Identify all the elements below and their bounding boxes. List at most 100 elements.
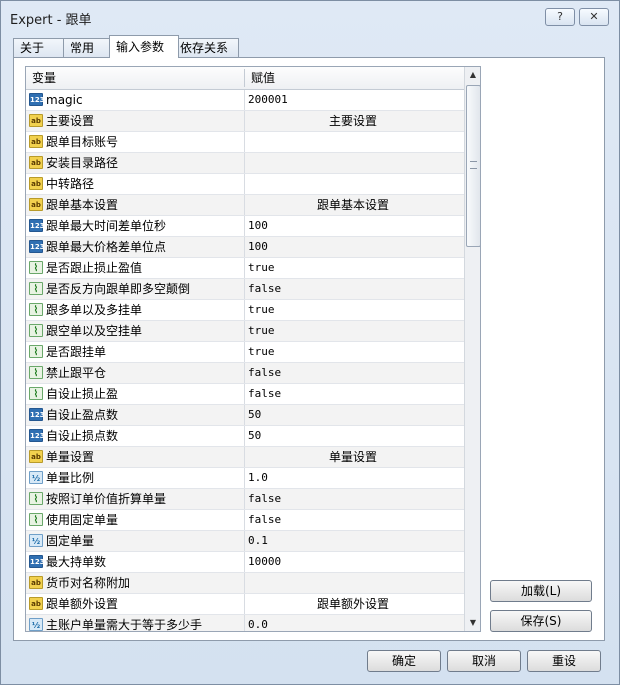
- parameter-value[interactable]: true: [248, 258, 458, 278]
- parameter-value[interactable]: 0.1: [248, 531, 458, 551]
- parameter-row[interactable]: ½ 单量比例 1.0: [26, 468, 464, 489]
- type-str-icon: ab: [29, 597, 43, 610]
- type-bool-icon: ⌇: [29, 513, 43, 526]
- parameter-name: 最大持单数: [46, 555, 107, 569]
- type-str-icon: ab: [29, 576, 43, 589]
- ok-button[interactable]: 确定: [367, 650, 441, 672]
- parameter-value[interactable]: false: [248, 363, 458, 383]
- parameter-row[interactable]: ⌇ 是否跟止损止盈值 true: [26, 258, 464, 279]
- type-num-icon: 123: [29, 240, 45, 253]
- scroll-down-arrow[interactable]: ▼: [465, 615, 480, 631]
- parameter-value[interactable]: true: [248, 300, 458, 320]
- parameter-row[interactable]: ab 跟单目标账号: [26, 132, 464, 153]
- parameter-value[interactable]: 跟单基本设置: [248, 195, 458, 215]
- parameter-name: 跟单目标账号: [46, 135, 119, 149]
- type-num-icon: 123: [29, 555, 45, 568]
- parameter-value[interactable]: false: [248, 384, 458, 404]
- parameter-value[interactable]: 单量设置: [248, 447, 458, 467]
- parameter-row[interactable]: ⌇ 使用固定单量 false: [26, 510, 464, 531]
- parameter-name: 跟空单以及空挂单: [46, 324, 143, 338]
- type-bool-icon: ⌇: [29, 387, 43, 400]
- column-header-variable[interactable]: 变量: [26, 67, 242, 89]
- parameter-value[interactable]: false: [248, 279, 458, 299]
- parameter-row[interactable]: ½ 固定单量 0.1: [26, 531, 464, 552]
- parameter-row[interactable]: ⌇ 是否反方向跟单即多空颠倒 false: [26, 279, 464, 300]
- type-bool-icon: ⌇: [29, 324, 43, 337]
- parameter-row[interactable]: ab 货币对名称附加: [26, 573, 464, 594]
- type-num-icon: 123: [29, 429, 45, 442]
- reset-button[interactable]: 重设: [527, 650, 601, 672]
- column-header-value[interactable]: 赋值: [245, 67, 461, 89]
- tab-inputs[interactable]: 输入参数: [109, 35, 179, 58]
- parameter-name: 主要设置: [46, 114, 95, 128]
- parameter-name: 跟单最大价格差单位点: [46, 240, 167, 254]
- parameter-row[interactable]: ab 跟单基本设置 跟单基本设置: [26, 195, 464, 216]
- parameter-row[interactable]: ab 中转路径: [26, 174, 464, 195]
- parameter-row[interactable]: 123 跟单最大时间差单位秒 100: [26, 216, 464, 237]
- parameter-row[interactable]: ab 单量设置 单量设置: [26, 447, 464, 468]
- parameter-value[interactable]: 200001: [248, 90, 458, 110]
- parameter-row[interactable]: ab 安装目录路径: [26, 153, 464, 174]
- parameter-value[interactable]: [248, 132, 458, 152]
- scroll-thumb[interactable]: [466, 85, 480, 247]
- parameter-row[interactable]: ½ 主账户单量需大于等于多少手 0.0: [26, 615, 464, 632]
- parameter-value[interactable]: 100: [248, 237, 458, 257]
- parameter-value[interactable]: [248, 153, 458, 173]
- help-button[interactable]: ?: [545, 8, 575, 26]
- parameter-row[interactable]: 123 跟单最大价格差单位点 100: [26, 237, 464, 258]
- type-dbl-icon: ½: [29, 618, 43, 631]
- close-button[interactable]: ✕: [579, 8, 609, 26]
- parameter-value[interactable]: 主要设置: [248, 111, 458, 131]
- tab-about[interactable]: 关于: [13, 38, 65, 57]
- parameter-name: 使用固定单量: [46, 513, 119, 527]
- type-num-icon: 123: [29, 219, 45, 232]
- parameter-row[interactable]: ⌇ 自设止损止盈 false: [26, 384, 464, 405]
- load-button[interactable]: 加载(L): [490, 580, 592, 602]
- parameter-value[interactable]: 跟单额外设置: [248, 594, 458, 614]
- save-button[interactable]: 保存(S): [490, 610, 592, 632]
- parameter-value[interactable]: true: [248, 342, 458, 362]
- parameter-name: 安装目录路径: [46, 156, 119, 170]
- parameter-value[interactable]: 100: [248, 216, 458, 236]
- parameter-value[interactable]: 0.0: [248, 615, 458, 631]
- tab-common[interactable]: 常用: [63, 38, 115, 57]
- cancel-button[interactable]: 取消: [447, 650, 521, 672]
- parameter-row[interactable]: ⌇ 禁止跟平仓 false: [26, 363, 464, 384]
- parameter-name: 跟单额外设置: [46, 597, 119, 611]
- parameter-value[interactable]: [248, 573, 458, 593]
- parameter-row[interactable]: ⌇ 跟多单以及多挂单 true: [26, 300, 464, 321]
- parameter-value[interactable]: 1.0: [248, 468, 458, 488]
- parameter-row[interactable]: ab 跟单额外设置 跟单额外设置: [26, 594, 464, 615]
- parameter-row[interactable]: ⌇ 跟空单以及空挂单 true: [26, 321, 464, 342]
- title-bar[interactable]: Expert - 跟单 ? ✕: [1, 1, 619, 31]
- parameter-value[interactable]: true: [248, 321, 458, 341]
- type-bool-icon: ⌇: [29, 282, 43, 295]
- parameter-value[interactable]: false: [248, 510, 458, 530]
- parameter-value[interactable]: 50: [248, 426, 458, 446]
- type-bool-icon: ⌇: [29, 492, 43, 505]
- vertical-scrollbar[interactable]: ▲ ▼: [464, 67, 480, 631]
- parameter-value[interactable]: [248, 174, 458, 194]
- parameter-rows: 123 magic 200001 ab 主要设置 主要设置 ab 跟单目标账号 ab 安装目录路径…: [26, 90, 464, 632]
- type-num-icon: 123: [29, 93, 45, 106]
- type-str-icon: ab: [29, 450, 43, 463]
- parameter-row[interactable]: 123 magic 200001: [26, 90, 464, 111]
- parameter-name: 禁止跟平仓: [46, 366, 107, 380]
- parameter-name: 中转路径: [46, 177, 95, 191]
- parameter-name: 主账户单量需大于等于多少手: [46, 618, 203, 632]
- parameter-name: 是否反方向跟单即多空颠倒: [46, 282, 191, 296]
- parameter-value[interactable]: 10000: [248, 552, 458, 572]
- scroll-up-arrow[interactable]: ▲: [465, 67, 480, 83]
- parameter-value[interactable]: false: [248, 489, 458, 509]
- parameter-row[interactable]: 123 最大持单数 10000: [26, 552, 464, 573]
- parameter-row[interactable]: 123 自设止损点数 50: [26, 426, 464, 447]
- parameter-value[interactable]: 50: [248, 405, 458, 425]
- parameter-name: 单量比例: [46, 471, 95, 485]
- parameter-row[interactable]: 123 自设止盈点数 50: [26, 405, 464, 426]
- type-bool-icon: ⌇: [29, 261, 43, 274]
- tab-dependencies[interactable]: 依存关系: [173, 38, 239, 57]
- grid-header: 变量 赋值: [26, 67, 480, 90]
- parameter-row[interactable]: ⌇ 按照订单价值折算单量 false: [26, 489, 464, 510]
- parameter-row[interactable]: ⌇ 是否跟挂单 true: [26, 342, 464, 363]
- parameter-row[interactable]: ab 主要设置 主要设置: [26, 111, 464, 132]
